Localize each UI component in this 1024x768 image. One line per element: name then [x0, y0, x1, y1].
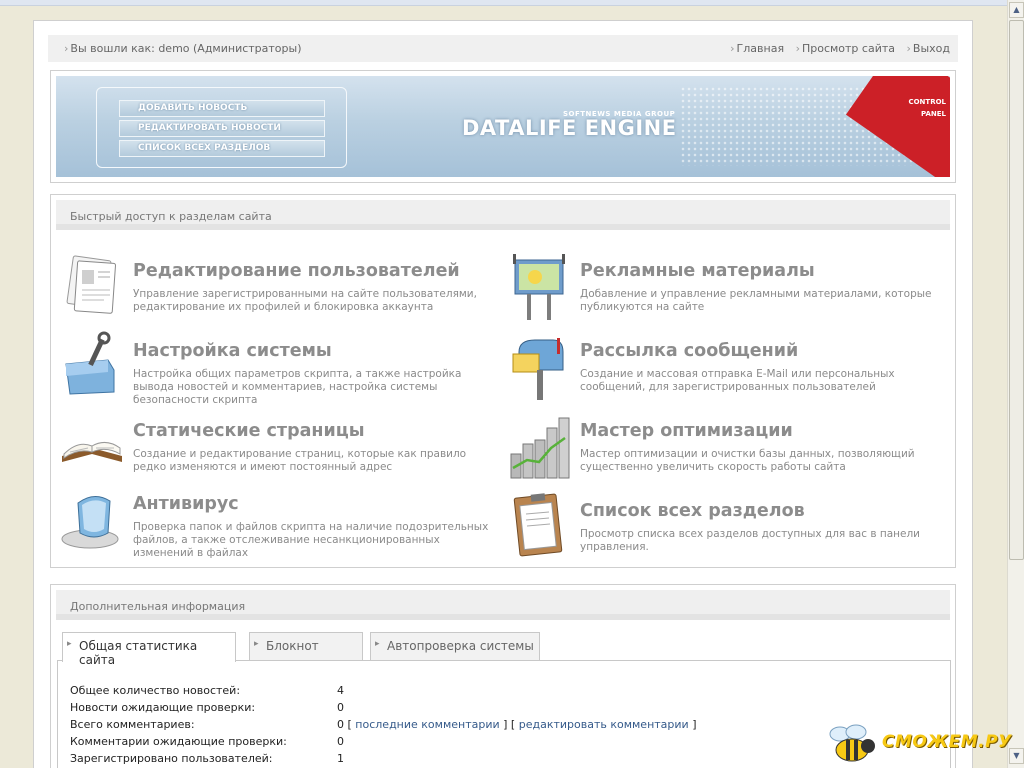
control-panel-line1: CONTROL: [908, 98, 946, 106]
stat-label: Общее количество новостей:: [70, 684, 241, 697]
tab-system-check[interactable]: Автопроверка системы: [370, 632, 540, 660]
tile-description: Управление зарегистрированными на сайте …: [133, 288, 477, 313]
toolbox-icon: [58, 330, 126, 402]
tile-description: Просмотр списка всех разделов доступных …: [580, 528, 921, 553]
stat-row: Всего комментариев: 0 [ последние коммен…: [70, 718, 697, 731]
tile-title[interactable]: Рекламные материалы: [580, 261, 815, 281]
stat-value: 0: [337, 735, 344, 748]
user-profile-icon: [58, 250, 126, 322]
view-site-link[interactable]: Просмотр сайта: [796, 42, 895, 55]
vertical-scrollbar[interactable]: ▲ ▼: [1007, 0, 1024, 768]
scroll-up-button[interactable]: ▲: [1009, 2, 1024, 18]
stat-label: Новости ожидающие проверки:: [70, 701, 256, 714]
control-panel-label: CONTROL PANEL: [908, 96, 946, 120]
tile-title[interactable]: Рассылка сообщений: [580, 341, 798, 361]
tile-title[interactable]: Антивирус: [133, 494, 239, 514]
logged-in-label: Вы вошли как: demo (Администраторы): [64, 42, 301, 55]
tile-advertising[interactable]: Рекламные материалы Добавление и управле…: [505, 250, 935, 328]
browser-top-strip: [0, 0, 1024, 6]
logout-link[interactable]: Выход: [907, 42, 950, 55]
tile-description: Создание и редактирование страниц, котор…: [133, 448, 467, 473]
stat-row: Комментарии ожидающие проверки: 0: [70, 735, 344, 748]
site-watermark: СМОЖЕМ.РУ: [822, 722, 1018, 766]
shield-icon: [58, 483, 126, 555]
tile-title[interactable]: Список всех разделов: [580, 501, 805, 521]
tile-title[interactable]: Настройка системы: [133, 341, 332, 361]
header-banner: ДОБАВИТЬ НОВОСТЬ РЕДАКТИРОВАТЬ НОВОСТИ С…: [56, 76, 950, 177]
stat-row: Зарегистрировано пользователей: 1: [70, 752, 344, 765]
tab-notepad[interactable]: Блокнот: [249, 632, 363, 660]
scrollbar-thumb[interactable]: [1009, 20, 1024, 560]
stat-value: 4: [337, 684, 344, 697]
tile-title[interactable]: Мастер оптимизации: [580, 421, 793, 441]
tile-title[interactable]: Редактирование пользователей: [133, 261, 460, 281]
statistics-panel: Общее количество новостей: 4 Новости ожи…: [57, 660, 951, 768]
tile-static-pages[interactable]: Статические страницы Создание и редактир…: [58, 410, 488, 488]
tile-antivirus[interactable]: Антивирус Проверка папок и файлов скрипт…: [58, 483, 488, 561]
home-link[interactable]: Главная: [730, 42, 784, 55]
bee-icon: [829, 724, 875, 762]
all-sections-button[interactable]: СПИСОК ВСЕХ РАЗДЕЛОВ: [119, 140, 325, 157]
stat-value-with-links: 0 [ последние комментарии ] [ редактиров…: [337, 718, 697, 731]
additional-info-panel: Дополнительная информация Общая статисти…: [50, 584, 956, 768]
open-book-icon: [58, 410, 126, 482]
edit-news-button[interactable]: РЕДАКТИРОВАТЬ НОВОСТИ: [119, 120, 325, 137]
banner-quick-menu: ДОБАВИТЬ НОВОСТЬ РЕДАКТИРОВАТЬ НОВОСТИ С…: [96, 87, 347, 168]
stat-value: 0: [337, 701, 344, 714]
tile-system-settings[interactable]: Настройка системы Настройка общих параме…: [58, 330, 488, 408]
edit-comments-link[interactable]: редактировать комментарии: [519, 718, 689, 731]
tile-title[interactable]: Статические страницы: [133, 421, 365, 441]
tile-mailing[interactable]: Рассылка сообщений Создание и массовая о…: [505, 330, 935, 408]
watermark-text: СМОЖЕМ.РУ: [882, 732, 1012, 752]
tab-site-statistics[interactable]: Общая статистика сайта: [62, 632, 236, 667]
tile-user-management[interactable]: Редактирование пользователей Управление …: [58, 250, 488, 328]
admin-page: Вы вошли как: demo (Администраторы) Глав…: [33, 20, 973, 768]
stat-label: Комментарии ожидающие проверки:: [70, 735, 287, 748]
quick-access-heading: Быстрый доступ к разделам сайта: [56, 200, 950, 230]
stat-value: 0: [337, 718, 344, 731]
add-news-button[interactable]: ДОБАВИТЬ НОВОСТЬ: [119, 100, 325, 117]
clipboard-icon: [505, 490, 573, 562]
tile-all-sections[interactable]: Список всех разделов Просмотр списка все…: [505, 490, 935, 568]
latest-comments-link[interactable]: последние комментарии: [355, 718, 499, 731]
stat-row: Общее количество новостей: 4: [70, 684, 344, 697]
stat-label: Всего комментариев:: [70, 718, 195, 731]
stat-label: Зарегистрировано пользователей:: [70, 752, 273, 765]
stat-value: 1: [337, 752, 344, 765]
quick-access-panel: Быстрый доступ к разделам сайта Редактир…: [50, 194, 956, 568]
bar-chart-icon: [505, 410, 573, 482]
user-bar: Вы вошли как: demo (Администраторы) Глав…: [48, 35, 958, 62]
tile-description: Настройка общих параметров скрипта, а та…: [133, 368, 462, 406]
billboard-icon: [505, 250, 573, 322]
tile-description: Добавление и управление рекламными матер…: [580, 288, 932, 313]
tile-description: Создание и массовая отправка E-Mail или …: [580, 368, 895, 393]
banner-logo[interactable]: DATALIFE ENGINE: [462, 116, 677, 140]
stat-row: Новости ожидающие проверки: 0: [70, 701, 344, 714]
tile-description: Мастер оптимизации и очистки базы данных…: [580, 448, 915, 473]
mailbox-icon: [505, 330, 573, 402]
control-panel-line2: PANEL: [920, 110, 946, 118]
additional-info-heading: Дополнительная информация: [56, 590, 950, 620]
header-banner-box: ДОБАВИТЬ НОВОСТЬ РЕДАКТИРОВАТЬ НОВОСТИ С…: [50, 70, 956, 183]
tile-description: Проверка папок и файлов скрипта на налич…: [133, 521, 489, 559]
tile-optimization[interactable]: Мастер оптимизации Мастер оптимизации и …: [505, 410, 935, 488]
